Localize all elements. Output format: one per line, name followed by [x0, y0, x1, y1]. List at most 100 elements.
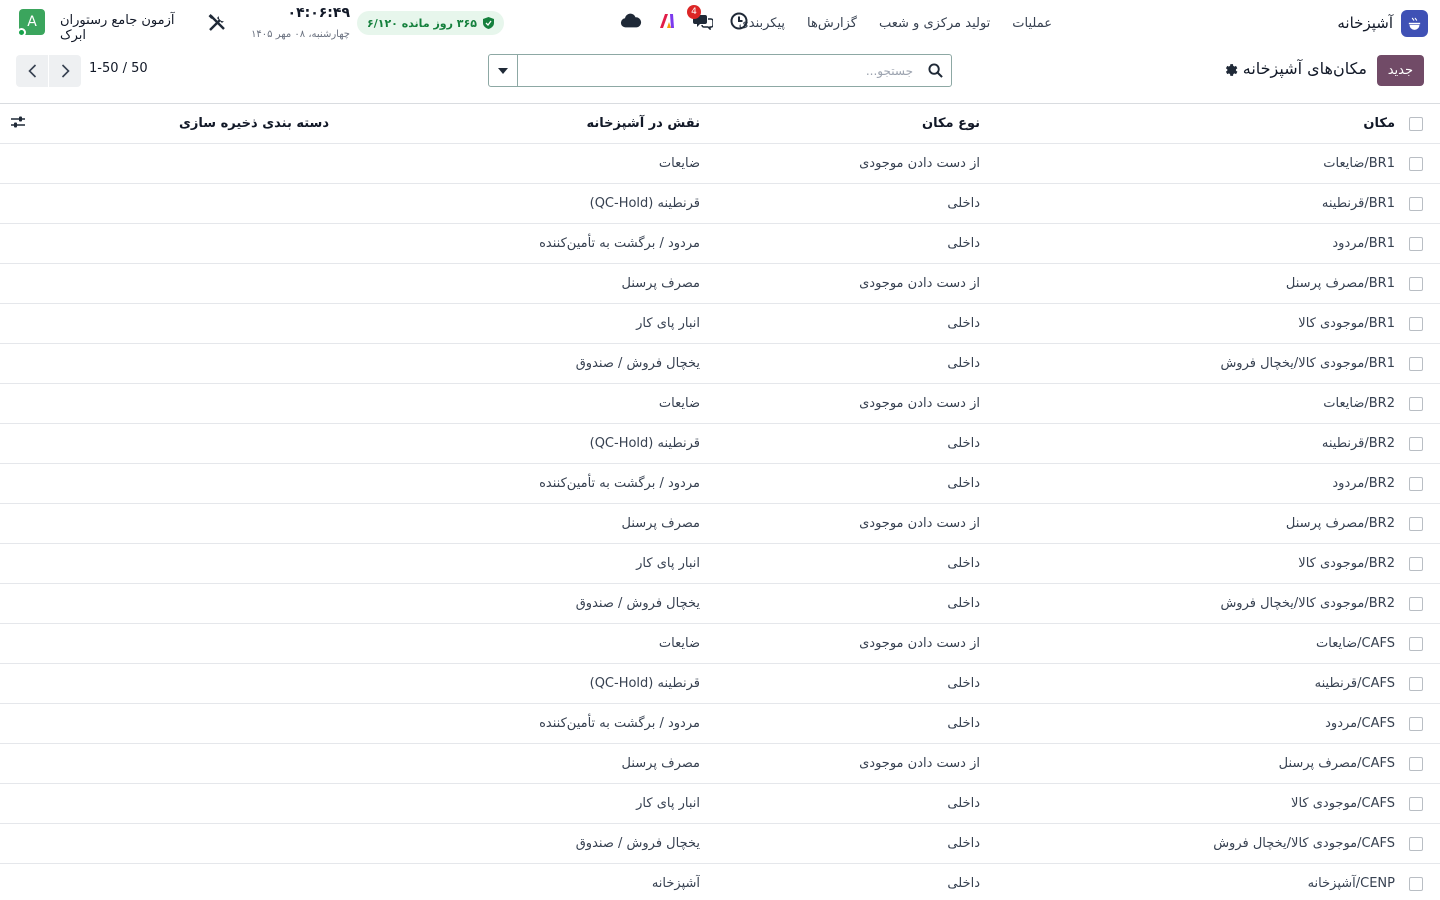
company-name[interactable]: آزمون جامع رستوران ابرک	[60, 13, 200, 43]
table-row[interactable]: CAFS/قرنطینه داخلی قرنطینه (QC-Hold)	[0, 663, 1440, 703]
table-row[interactable]: BR2/مردود داخلی مردود / برگشت به تأمین‌کنن…	[0, 463, 1440, 503]
row-checkbox[interactable]	[1409, 597, 1423, 611]
chat-icon[interactable]: 4	[687, 5, 714, 32]
table-row[interactable]: BR2/قرنطینه داخلی قرنطینه (QC-Hold)	[0, 423, 1440, 463]
cell-storage-category	[29, 824, 329, 863]
systray: 4	[620, 5, 750, 32]
row-checkbox[interactable]	[1409, 717, 1423, 731]
menu-item-reports[interactable]: گزارش‌ها	[807, 16, 857, 31]
column-header-role[interactable]: نقش در آشپزخانه	[340, 104, 700, 143]
cell-storage-category	[29, 264, 329, 303]
column-header-storage-category[interactable]: دسته بندی ذخیره سازی	[29, 104, 329, 143]
row-checkbox[interactable]	[1409, 157, 1423, 171]
cell-location[interactable]: CAFS/مردود	[975, 704, 1395, 743]
cell-location[interactable]: CAFS/مصرف پرسنل	[975, 744, 1395, 783]
cell-location[interactable]: BR2/مردود	[975, 464, 1395, 503]
table-row[interactable]: CAFS/ضایعات از دست دادن موجودی ضایعات	[0, 623, 1440, 663]
cell-location[interactable]: BR2/ضایعات	[975, 384, 1395, 423]
table-row[interactable]: CAFS/مردود داخلی مردود / برگشت به تأمین‌کن…	[0, 703, 1440, 743]
app-brand[interactable]: آشپزخانه	[1337, 8, 1428, 38]
app-name[interactable]: آشپزخانه	[1337, 14, 1393, 32]
cell-storage-category	[29, 504, 329, 543]
cell-location[interactable]: BR1/موجودی کالا/یخچال فروش	[975, 344, 1395, 383]
cell-location[interactable]: BR2/موجودی کالا/یخچال فروش	[975, 584, 1395, 623]
cell-location[interactable]: CAFS/قرنطینه	[975, 664, 1395, 703]
column-options-sliders-icon[interactable]	[10, 115, 26, 131]
cell-location[interactable]: BR2/مصرف پرسنل	[975, 504, 1395, 543]
datetime: ۰۴:۰۶:۴۹ چهارشنبه، ۰۸ مهر ۱۴۰۵	[240, 4, 350, 42]
row-checkbox[interactable]	[1409, 757, 1423, 771]
chat-badge: 4	[687, 5, 701, 19]
cell-location[interactable]: CAFS/موجودی کالا/یخچال فروش	[975, 824, 1395, 863]
cell-kitchen-role: انبار پای کار	[636, 556, 700, 571]
table-row[interactable]: BR1/موجودی کالا/یخچال فروش داخلی یخچال فرو…	[0, 343, 1440, 383]
search-input[interactable]	[518, 55, 919, 86]
column-header-type[interactable]: نوع مکان	[720, 104, 980, 143]
gear-icon[interactable]	[1223, 62, 1239, 78]
cell-location[interactable]: BR1/مردود	[975, 224, 1395, 263]
row-checkbox[interactable]	[1409, 557, 1423, 571]
table-row[interactable]: BR2/موجودی کالا/یخچال فروش داخلی یخچال فرو…	[0, 583, 1440, 623]
search-bar	[488, 54, 952, 87]
table-row[interactable]: BR1/ضایعات از دست دادن موجودی ضایعات	[0, 143, 1440, 183]
row-checkbox[interactable]	[1409, 637, 1423, 651]
row-checkbox[interactable]	[1409, 277, 1423, 291]
table-row[interactable]: BR2/ضایعات از دست دادن موجودی ضایعات	[0, 383, 1440, 423]
table-row[interactable]: CENP/آشپزخانه داخلی آشپزخانه	[0, 863, 1440, 900]
row-checkbox[interactable]	[1409, 237, 1423, 251]
row-checkbox[interactable]	[1409, 677, 1423, 691]
select-all-checkbox[interactable]	[1409, 117, 1423, 131]
menu-item-operations[interactable]: عملیات	[1012, 16, 1052, 31]
online-status-dot	[17, 28, 26, 37]
table-row[interactable]: BR1/قرنطینه داخلی قرنطینه (QC-Hold)	[0, 183, 1440, 223]
cell-location[interactable]: BR1/ضایعات	[975, 144, 1395, 183]
table-row[interactable]: CAFS/موجودی کالا/یخچال فروش داخلی یخچال فر…	[0, 823, 1440, 863]
cell-location[interactable]: CENP/آشپزخانه	[975, 864, 1395, 900]
table-row[interactable]: CAFS/مصرف پرسنل از دست دادن موجودی مصرف پر…	[0, 743, 1440, 783]
table-row[interactable]: BR2/موجودی کالا داخلی انبار پای کار	[0, 543, 1440, 583]
cell-location-type: داخلی	[947, 596, 980, 611]
table-row[interactable]: BR1/مردود داخلی مردود / برگشت به تأمین‌کنن…	[0, 223, 1440, 263]
cell-location[interactable]: CAFS/موجودی کالا	[975, 784, 1395, 823]
cell-kitchen-role: یخچال فروش / صندوق	[575, 836, 700, 851]
row-checkbox[interactable]	[1409, 797, 1423, 811]
cell-location[interactable]: BR1/مصرف پرسنل	[975, 264, 1395, 303]
chevron-right-icon	[61, 64, 70, 78]
cell-storage-category	[29, 464, 329, 503]
row-checkbox[interactable]	[1409, 197, 1423, 211]
row-checkbox[interactable]	[1409, 837, 1423, 851]
cell-location[interactable]: BR2/موجودی کالا	[975, 544, 1395, 583]
table-row[interactable]: BR2/مصرف پرسنل از دست دادن موجودی مصرف پرس…	[0, 503, 1440, 543]
column-header-location[interactable]: مکان	[975, 104, 1395, 143]
menu-item-central-production[interactable]: تولید مرکزی و شعب	[879, 16, 990, 31]
tools-icon[interactable]	[207, 13, 227, 33]
row-checkbox[interactable]	[1409, 357, 1423, 371]
table-row[interactable]: BR1/موجودی کالا داخلی انبار پای کار	[0, 303, 1440, 343]
search-options-toggle[interactable]	[489, 55, 518, 86]
cell-location[interactable]: BR1/موجودی کالا	[975, 304, 1395, 343]
cell-location[interactable]: BR2/قرنطینه	[975, 424, 1395, 463]
cloud-icon[interactable]	[620, 10, 642, 32]
pager-next-button[interactable]	[49, 55, 81, 87]
activity-clock-icon[interactable]	[728, 10, 750, 32]
pager-value[interactable]: 1-50 / 50	[89, 61, 148, 76]
row-checkbox[interactable]	[1409, 477, 1423, 491]
cell-kitchen-role: ضایعات	[658, 396, 700, 411]
row-checkbox[interactable]	[1409, 437, 1423, 451]
row-checkbox[interactable]	[1409, 317, 1423, 331]
new-button[interactable]: جدید	[1376, 55, 1424, 86]
row-checkbox[interactable]	[1409, 517, 1423, 531]
cell-storage-category	[29, 864, 329, 900]
kitchen-app-icon	[1401, 9, 1428, 37]
row-checkbox[interactable]	[1409, 397, 1423, 411]
pager-previous-button[interactable]	[16, 55, 48, 87]
search-icon[interactable]	[919, 55, 951, 86]
row-checkbox[interactable]	[1409, 877, 1423, 891]
table-row[interactable]: CAFS/موجودی کالا داخلی انبار پای کار	[0, 783, 1440, 823]
table-row[interactable]: BR1/مصرف پرسنل از دست دادن موجودی مصرف پرس…	[0, 263, 1440, 303]
cell-location[interactable]: BR1/قرنطینه	[975, 184, 1395, 223]
cell-storage-category	[29, 184, 329, 223]
cell-location-type: از دست دادن موجودی	[859, 396, 980, 411]
ai-logo-icon[interactable]	[656, 10, 678, 32]
cell-location[interactable]: CAFS/ضایعات	[975, 624, 1395, 663]
